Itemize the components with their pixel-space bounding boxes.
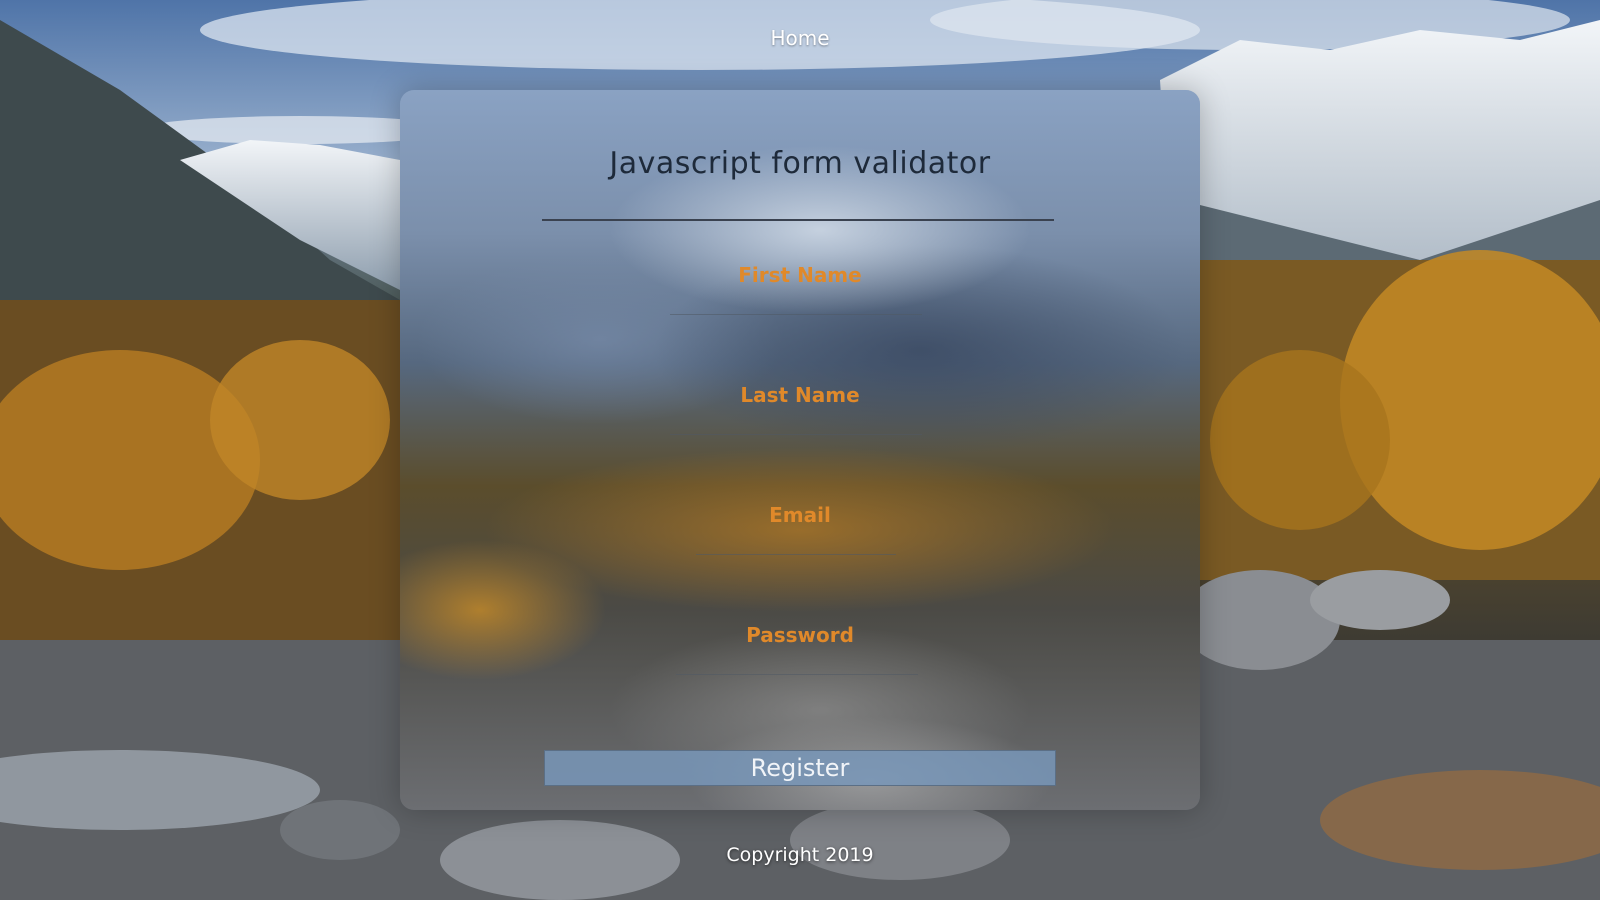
- password-underline: [676, 674, 918, 675]
- frosted-glass-backdrop: [400, 90, 1200, 810]
- last-name-field-wrapper: [400, 379, 1200, 411]
- first-name-input[interactable]: [648, 259, 952, 291]
- register-button[interactable]: Register: [544, 750, 1056, 786]
- first-name-field-wrapper: [400, 259, 1200, 291]
- email-underline: [696, 554, 896, 555]
- last-name-input[interactable]: [648, 379, 952, 411]
- register-form-card: Javascript form validator Register: [400, 90, 1200, 810]
- nav-home-link[interactable]: Home: [0, 26, 1600, 50]
- password-input[interactable]: [648, 619, 952, 651]
- form-title: Javascript form validator: [609, 146, 991, 181]
- password-field-wrapper: [400, 619, 1200, 651]
- title-divider: [542, 219, 1054, 221]
- email-input[interactable]: [648, 499, 952, 531]
- email-field-wrapper: [400, 499, 1200, 531]
- footer-copyright: Copyright 2019: [726, 844, 874, 866]
- first-name-underline: [670, 314, 922, 315]
- last-name-underline: [670, 434, 922, 435]
